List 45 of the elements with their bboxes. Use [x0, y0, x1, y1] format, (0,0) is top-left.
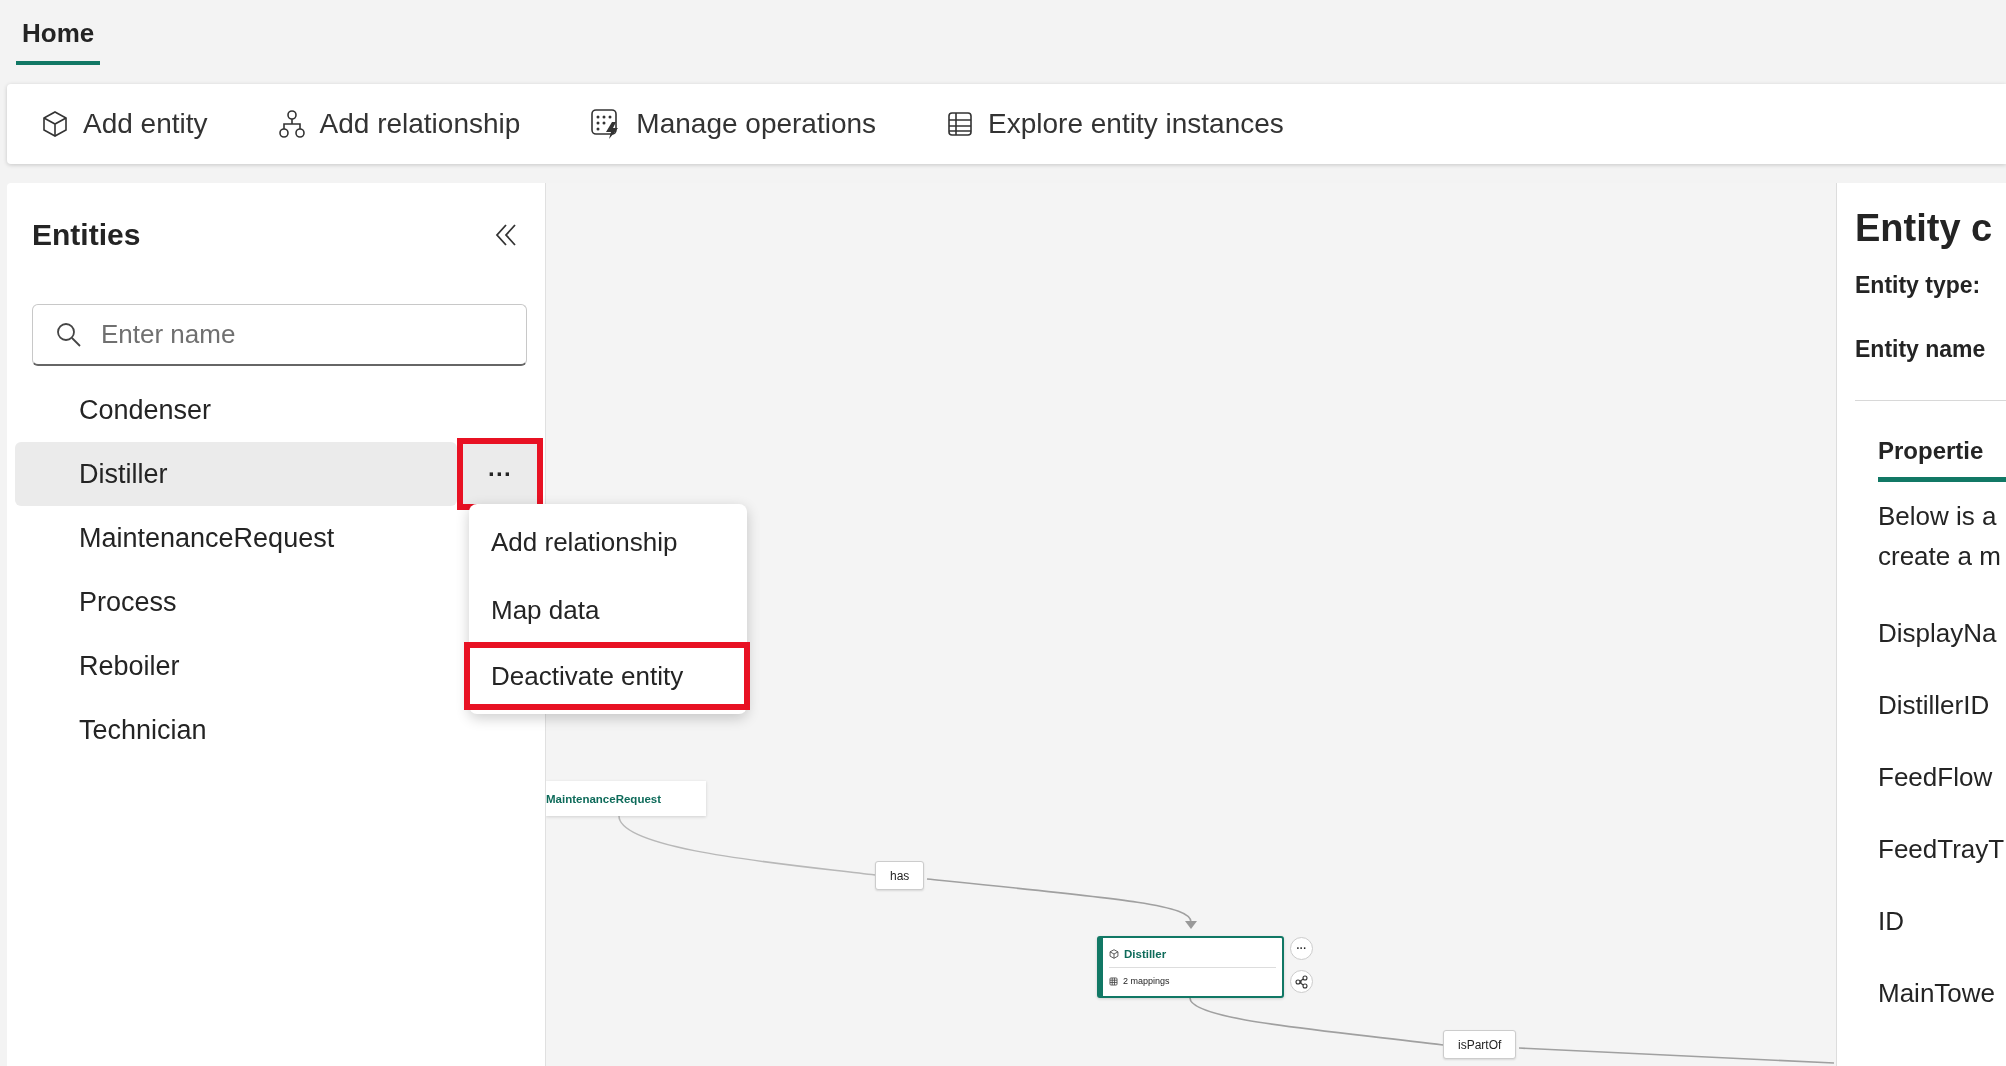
relationship-label[interactable]: isPartOf — [1443, 1030, 1517, 1059]
property-name: ID — [1878, 906, 1905, 936]
panel-title: Entity c — [1855, 207, 1994, 250]
entity-node[interactable]: MaintenanceRequest — [546, 781, 706, 816]
field-label: Entity type: — [1855, 271, 1982, 300]
share-icon — [1294, 974, 1309, 989]
node-graph-button[interactable] — [1290, 970, 1313, 993]
search-icon — [56, 322, 82, 348]
home-tab[interactable]: Home — [16, 16, 101, 65]
entity-list-item[interactable]: Condenser — [15, 378, 457, 442]
search-field[interactable]: Enter name — [32, 304, 527, 366]
entity-node[interactable]: Distiller 2 mappings — [1097, 936, 1284, 998]
entity-list-item[interactable]: MaintenanceRequest — [15, 506, 457, 570]
more-options-button[interactable]: ··· — [457, 438, 543, 510]
entity-list-item[interactable]: Process — [15, 570, 457, 634]
mapping-count: 2 mappings — [1123, 976, 1170, 986]
toolbar-button[interactable]: Add relationship — [273, 102, 525, 146]
table-icon — [1109, 976, 1118, 986]
property-name: FeedFlow — [1878, 762, 1994, 792]
collapse-icon[interactable] — [495, 223, 517, 247]
toolbar-button[interactable]: Manage operations — [586, 102, 881, 146]
field-label: Entity name — [1855, 335, 1987, 364]
property-name: DisplayNa — [1878, 618, 1998, 648]
property-name: MainTowe — [1878, 978, 1997, 1008]
menu-item[interactable]: Add relationship — [469, 508, 747, 576]
description-text: create a m — [1878, 540, 2002, 573]
panel-title: Entities — [32, 218, 141, 252]
cube-icon — [41, 110, 69, 138]
hierarchy-icon — [277, 109, 306, 139]
toolbar-button[interactable]: Add entity — [37, 102, 212, 146]
properties-tab[interactable]: Propertie — [1878, 437, 2006, 482]
property-name: FeedTrayT — [1878, 834, 2006, 864]
node-more-button[interactable]: ··· — [1290, 937, 1313, 960]
entity-list-item[interactable]: Technician — [15, 698, 457, 762]
entity-list-item[interactable]: Distiller — [15, 442, 457, 506]
property-name: DistillerID — [1878, 690, 1991, 720]
entity-list-item[interactable]: Reboiler — [15, 634, 457, 698]
toolbar-button[interactable]: Explore entity instances — [942, 102, 1288, 146]
menu-item[interactable]: Deactivate entity — [464, 642, 750, 710]
relationship-label[interactable]: has — [875, 861, 925, 890]
node-title: Distiller — [1124, 948, 1167, 960]
table-icon — [946, 110, 975, 138]
description-text: Below is a — [1878, 500, 1998, 533]
menu-item[interactable]: Map data — [469, 576, 747, 644]
cube-icon — [1109, 949, 1119, 959]
